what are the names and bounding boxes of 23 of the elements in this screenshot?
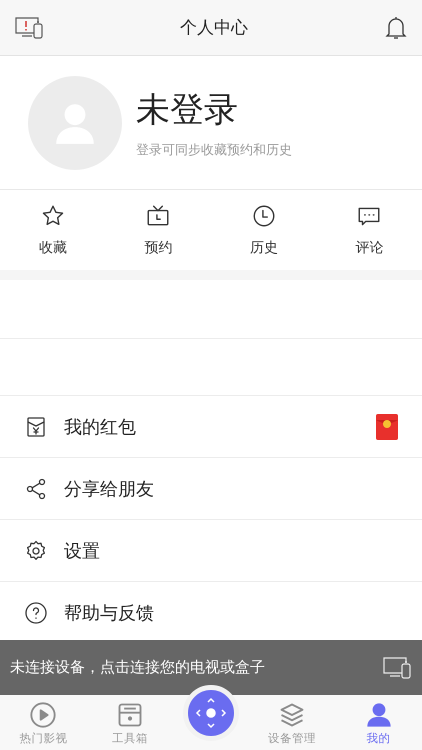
help-icon: [24, 600, 48, 624]
shortcut-button[interactable]: 评论: [316, 190, 422, 270]
clock-icon: [250, 203, 277, 229]
devices-icon: [382, 654, 412, 680]
bell-icon[interactable]: [384, 14, 408, 40]
shortcut-button[interactable]: 收藏: [0, 190, 106, 270]
login-hint: 登录可同步收藏预约和历史: [136, 142, 292, 158]
layers-icon: [278, 701, 306, 729]
device-alert-icon[interactable]: [14, 14, 44, 40]
shortcut-button[interactable]: 历史: [211, 190, 316, 270]
menu-item[interactable]: 我的红包: [0, 396, 422, 458]
shortcut-button[interactable]: 预约: [106, 190, 211, 270]
page-title: 个人中心: [180, 17, 248, 39]
toolbox-icon: [116, 701, 144, 729]
share-icon: [24, 476, 48, 500]
menu-item[interactable]: 分享给朋友: [0, 458, 422, 520]
play-icon: [29, 701, 58, 729]
person-icon: [364, 701, 393, 729]
connection-toast[interactable]: 未连接设备，点击连接您的电视或盒子: [0, 640, 422, 695]
settings-icon: [24, 538, 48, 562]
menu-item[interactable]: 设置: [0, 520, 422, 582]
tab[interactable]: 我的: [335, 695, 422, 750]
login-status[interactable]: 未登录: [136, 86, 292, 132]
